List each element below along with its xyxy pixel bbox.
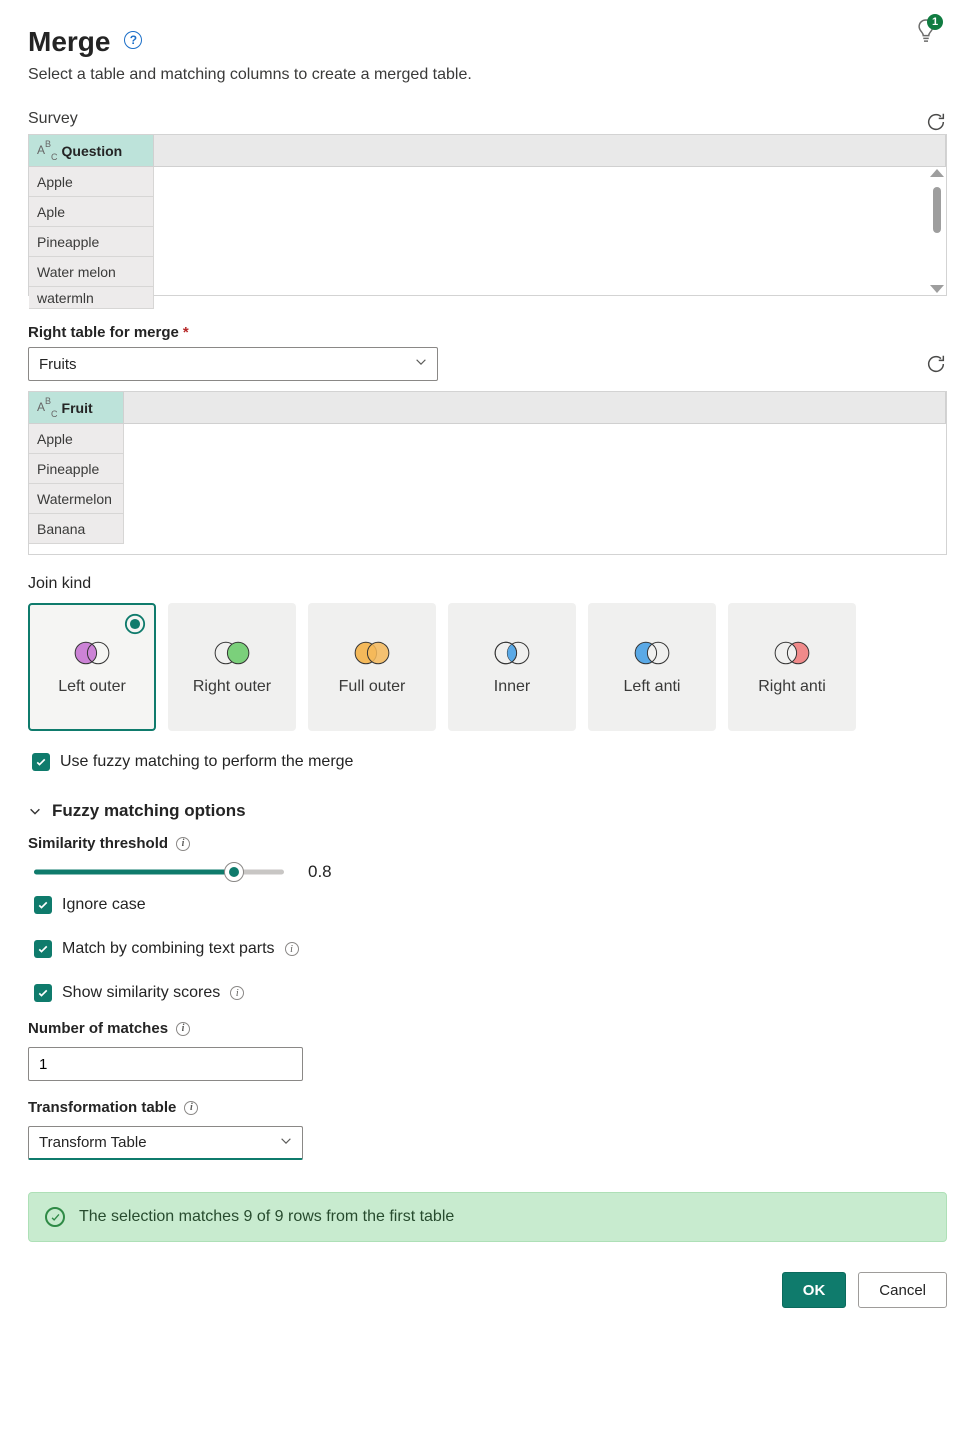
show-scores-checkbox[interactable]: [34, 984, 52, 1002]
grid-header-empty: [124, 392, 946, 423]
combine-parts-checkbox[interactable]: [34, 940, 52, 958]
join-right-anti[interactable]: Right anti: [728, 603, 856, 731]
page-title: Merge: [28, 26, 110, 58]
join-full-outer[interactable]: Full outer: [308, 603, 436, 731]
info-icon[interactable]: i: [285, 942, 299, 956]
fuzzy-options-expander[interactable]: Fuzzy matching options: [28, 801, 947, 821]
table-cell[interactable]: watermln: [29, 287, 154, 309]
join-label: Left outer: [58, 678, 126, 696]
join-right-outer[interactable]: Right outer: [168, 603, 296, 731]
table-cell[interactable]: Water melon: [29, 257, 154, 287]
transform-table-select[interactable]: Transform Table: [28, 1126, 303, 1160]
similarity-slider[interactable]: [34, 862, 284, 882]
status-text: The selection matches 9 of 9 rows from t…: [79, 1208, 454, 1226]
hint-badge: 1: [927, 14, 943, 30]
scrollbar[interactable]: [930, 169, 944, 293]
chevron-down-icon: [28, 804, 42, 818]
join-label: Full outer: [339, 678, 406, 696]
ok-button[interactable]: OK: [782, 1272, 847, 1308]
refresh-icon[interactable]: [925, 353, 947, 375]
join-kind-options: Left outer Right outer Full outer Inner: [28, 603, 947, 731]
table-cell[interactable]: Aple: [29, 197, 154, 227]
similarity-value: 0.8: [308, 862, 332, 882]
table-cell[interactable]: Watermelon: [29, 484, 124, 514]
table-cell[interactable]: Pineapple: [29, 227, 154, 257]
left-column-header[interactable]: ABC Question: [29, 135, 154, 166]
right-table-select[interactable]: Fruits: [28, 347, 438, 381]
left-table-grid[interactable]: ABC Question Apple Aple Pineapple Water …: [28, 134, 947, 296]
ignore-case-checkbox[interactable]: [34, 896, 52, 914]
right-table-label: Right table for merge*: [28, 324, 947, 341]
text-type-icon: ABC: [37, 141, 58, 159]
info-icon[interactable]: i: [230, 986, 244, 1000]
join-kind-label: Join kind: [28, 575, 947, 593]
scroll-thumb[interactable]: [933, 187, 941, 233]
cancel-button[interactable]: Cancel: [858, 1272, 947, 1308]
right-column-header[interactable]: ABC Fruit: [29, 392, 124, 423]
transform-table-label: Transformation table i: [28, 1099, 947, 1116]
table-cell[interactable]: Pineapple: [29, 454, 124, 484]
join-label: Left anti: [624, 678, 681, 696]
fuzzy-matching-checkbox[interactable]: [32, 753, 50, 771]
num-matches-input[interactable]: [28, 1047, 303, 1081]
table-cell[interactable]: Apple: [29, 167, 154, 197]
join-left-anti[interactable]: Left anti: [588, 603, 716, 731]
join-label: Inner: [494, 678, 530, 696]
info-icon[interactable]: i: [176, 837, 190, 851]
join-label: Right outer: [193, 678, 271, 696]
show-scores-label: Show similarity scores: [62, 984, 220, 1002]
scroll-up-icon[interactable]: [930, 169, 944, 177]
fuzzy-matching-label: Use fuzzy matching to perform the merge: [60, 753, 353, 771]
num-matches-label: Number of matches i: [28, 1020, 947, 1037]
right-column-header-text: Fruit: [62, 400, 93, 416]
join-label: Right anti: [758, 678, 826, 696]
similarity-label: Similarity threshold i: [28, 835, 947, 852]
status-bar: The selection matches 9 of 9 rows from t…: [28, 1192, 947, 1242]
left-table-label: Survey: [28, 110, 78, 128]
join-left-outer[interactable]: Left outer: [28, 603, 156, 731]
ignore-case-label: Ignore case: [62, 896, 146, 914]
table-cell[interactable]: Apple: [29, 424, 124, 454]
combine-parts-label: Match by combining text parts: [62, 940, 275, 958]
help-icon[interactable]: ?: [124, 31, 142, 49]
info-icon[interactable]: i: [176, 1022, 190, 1036]
left-column-header-text: Question: [62, 143, 123, 159]
grid-header-empty: [154, 135, 946, 166]
text-type-icon: ABC: [37, 398, 58, 416]
refresh-icon[interactable]: [925, 111, 947, 133]
right-table-grid[interactable]: ABC Fruit Apple Pineapple Watermelon Ban…: [28, 391, 947, 555]
success-icon: [45, 1207, 65, 1227]
join-inner[interactable]: Inner: [448, 603, 576, 731]
scroll-down-icon[interactable]: [930, 285, 944, 293]
lightbulb-hint-icon[interactable]: 1: [915, 18, 937, 49]
fuzzy-options-title: Fuzzy matching options: [52, 801, 246, 821]
page-subtitle: Select a table and matching columns to c…: [28, 66, 947, 84]
info-icon[interactable]: i: [184, 1101, 198, 1115]
table-cell[interactable]: Banana: [29, 514, 124, 544]
